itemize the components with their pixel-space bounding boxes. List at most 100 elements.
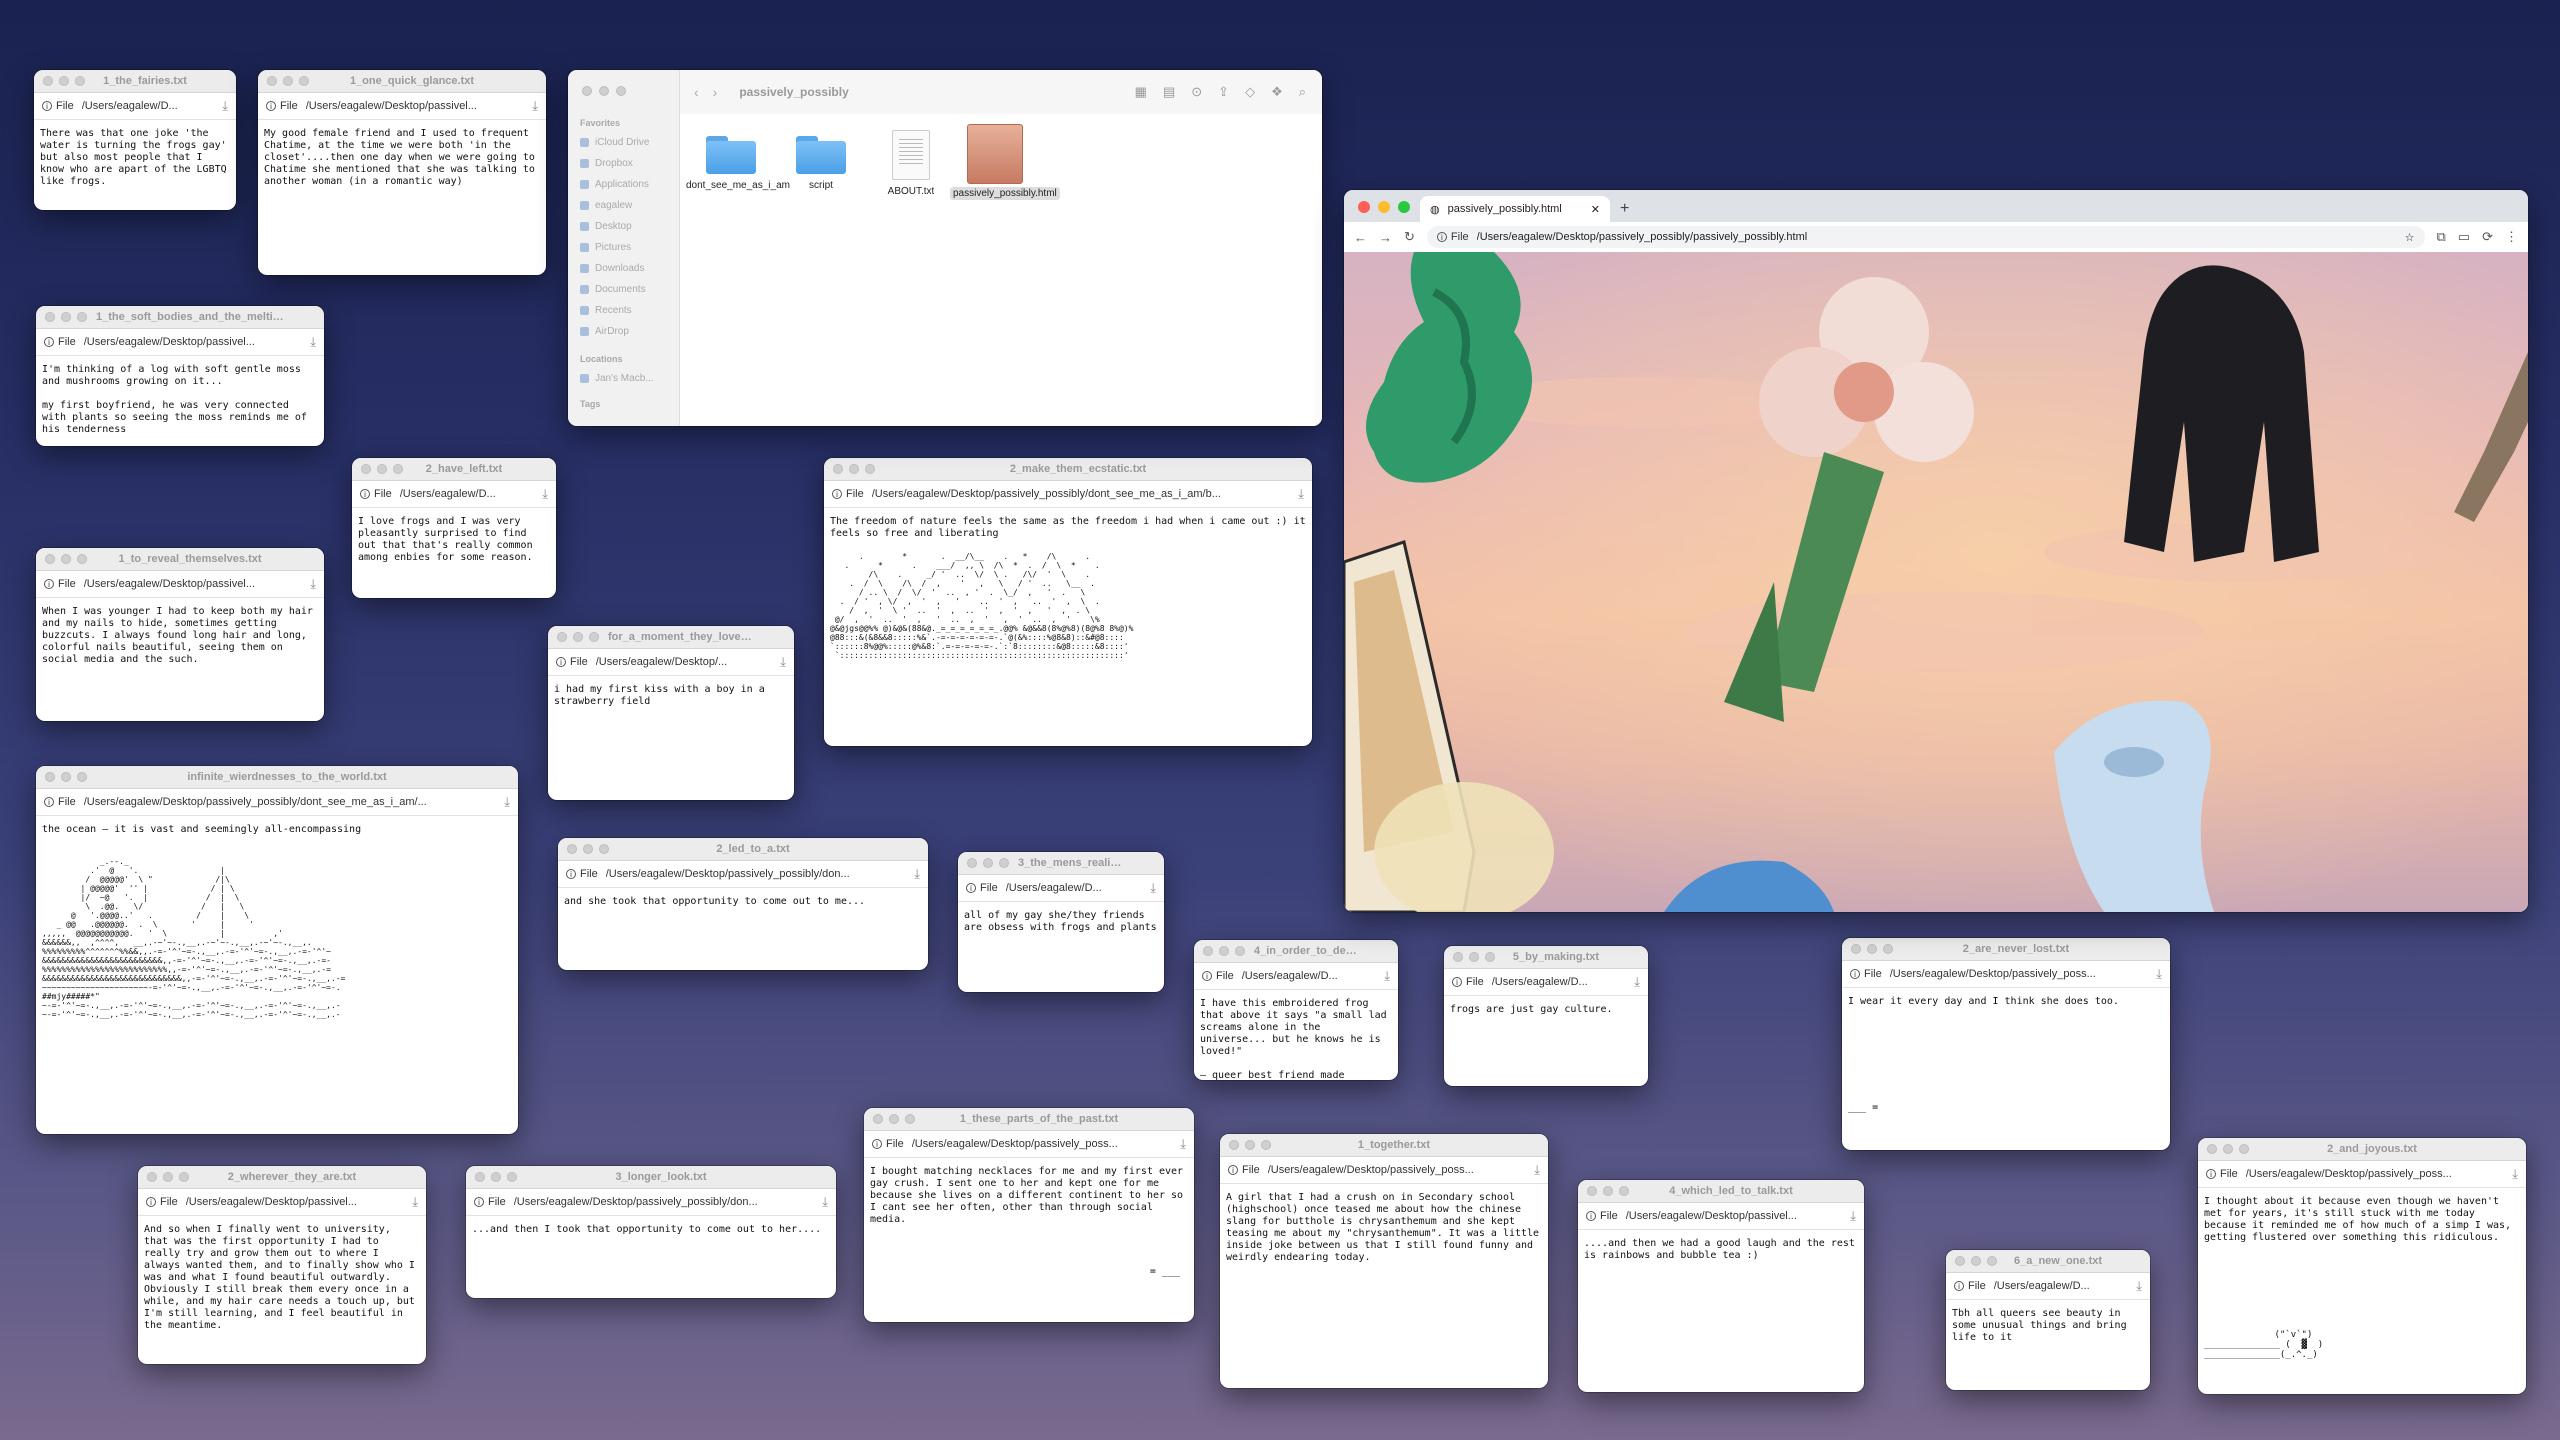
file-chip[interactable]: i File [1586,1210,1618,1222]
text-window[interactable]: 6_a_new_one.txt i File/Users/eagalew/D...… [1946,1250,2150,1390]
download-icon[interactable]: ⤓ [532,98,538,114]
sync-icon[interactable]: ⟳ [2482,229,2493,245]
zoom-button[interactable] [77,554,87,564]
zoom-button[interactable] [507,1172,517,1182]
text-window[interactable]: 2_led_to_a.txt i File/Users/eagalew/Deskt… [558,838,928,970]
group-icon[interactable]: ▤ [1163,84,1175,100]
file-chip[interactable]: i File [1850,968,1882,980]
download-icon[interactable]: ⤓ [412,1194,418,1210]
zoom-button[interactable] [599,844,609,854]
zoom-button[interactable] [1883,944,1893,954]
file-item-selected[interactable]: passively_possibly.html [950,122,1060,200]
window-titlebar[interactable]: 1_these_parts_of_the_past.txt [864,1108,1194,1131]
window-titlebar[interactable]: 1_one_quick_glance.txt [258,70,546,93]
window-titlebar[interactable]: 1_the_soft_bodies_and_the_melting_su... [36,306,324,329]
url-text[interactable]: /Users/eagalew/Desktop/passively_possibl… [1477,231,2397,243]
zoom-button[interactable] [179,1172,189,1182]
file-path[interactable]: /Users/eagalew/Desktop/... [596,656,773,668]
text-window[interactable]: 1_to_reveal_themselves.txt i File/Users/e… [36,548,324,721]
bookmark-star-icon[interactable]: ☆ [2405,231,2415,244]
file-path[interactable]: /Users/eagalew/D... [1006,882,1143,894]
minimize-button[interactable] [599,86,609,96]
sidebar-item[interactable]: Dropbox [568,153,679,174]
back-icon[interactable]: ‹ [694,84,699,100]
zoom-button[interactable] [865,464,875,474]
file-path[interactable]: /Users/eagalew/Desktop/passively_poss... [2246,1168,2505,1180]
text-window[interactable]: 2_have_left.txt i File/Users/eagalew/D...… [352,458,556,598]
file-chip[interactable]: i File [2206,1168,2238,1180]
minimize-button[interactable] [377,464,387,474]
text-window[interactable]: 2_wherever_they_are.txt i File/Users/eaga… [138,1166,426,1364]
file-path[interactable]: /Users/eagalew/Desktop/passively_poss... [912,1138,1173,1150]
zoom-button[interactable] [1619,1186,1629,1196]
close-button[interactable] [45,312,55,322]
file-chip[interactable]: i File [566,868,598,880]
file-path[interactable]: /Users/eagalew/Desktop/passively_poss... [1268,1164,1527,1176]
text-window[interactable]: 5_by_making.txt i File/Users/eagalew/D...… [1444,946,1648,1086]
minimize-button[interactable] [163,1172,173,1182]
download-icon[interactable]: ⤓ [1384,968,1390,984]
minimize-button[interactable] [1971,1256,1981,1266]
download-icon[interactable]: ⤓ [780,654,786,670]
zoom-button[interactable] [589,632,599,642]
file-path[interactable]: /Users/eagalew/D... [1492,976,1627,988]
text-window[interactable]: infinite_wierdnesses_to_the_world.txt iF… [36,766,518,1134]
window-titlebar[interactable]: 3_the_mens_reality.txt [958,852,1164,875]
text-window[interactable]: 3_longer_look.txt i File/Users/eagalew/De… [466,1166,836,1298]
minimize-button[interactable] [491,1172,501,1182]
text-window[interactable]: 4_in_order_to_destroy_it... i File/Users/… [1194,940,1398,1080]
file-chip[interactable]: i File [44,578,76,590]
file-chip[interactable]: i File [42,100,74,112]
zoom-button[interactable] [2239,1144,2249,1154]
window-titlebar[interactable]: infinite_wierdnesses_to_the_world.txt [36,766,518,789]
zoom-button[interactable] [77,312,87,322]
sidebar-item[interactable]: eagalew [568,195,679,216]
close-button[interactable] [1358,201,1370,213]
zoom-button[interactable] [1485,952,1495,962]
download-icon[interactable]: ⤓ [822,1194,828,1210]
zoom-button[interactable] [999,858,1009,868]
text-window[interactable]: 3_the_mens_reality.txt i File/Users/eagal… [958,852,1164,992]
file-path[interactable]: /Users/eagalew/Desktop/passively_possibl… [84,796,497,808]
text-window[interactable]: 2_are_never_lost.txt i File/Users/eagalew… [1842,938,2170,1150]
file-chip[interactable]: i File [44,336,76,348]
window-titlebar[interactable]: 6_a_new_one.txt [1946,1250,2150,1273]
text-window[interactable]: for_a_moment_they_love_each_... i File/Us… [548,626,794,800]
cast-icon[interactable]: ▭ [2458,229,2470,245]
close-button[interactable] [361,464,371,474]
window-titlebar[interactable]: 2_wherever_they_are.txt [138,1166,426,1189]
file-path[interactable]: /Users/eagalew/Desktop/passivel... [1626,1210,1843,1222]
download-icon[interactable]: ⤓ [504,794,510,810]
window-titlebar[interactable]: 2_are_never_lost.txt [1842,938,2170,961]
window-titlebar[interactable]: for_a_moment_they_love_each_... [548,626,794,649]
file-path[interactable]: /Users/eagalew/Desktop/passivel... [84,578,303,590]
extensions-icon[interactable]: ⧉ [2437,229,2446,245]
download-icon[interactable]: ⤓ [542,486,548,502]
tag-icon[interactable]: ◇ [1245,84,1255,100]
zoom-button[interactable] [1398,201,1410,213]
zoom-button[interactable] [905,1114,915,1124]
download-icon[interactable]: ⤓ [1150,880,1156,896]
browser-tab[interactable]: ◍ passively_possibly.html ✕ [1420,196,1610,222]
zoom-button[interactable] [1261,1140,1271,1150]
browser-window[interactable]: ◍ passively_possibly.html ✕ + ← → ↻ i Fil… [1344,190,2528,912]
file-path[interactable]: /Users/eagalew/Desktop/passively_possibl… [606,868,907,880]
file-chip[interactable]: i File [1436,231,1469,243]
minimize-button[interactable] [889,1114,899,1124]
minimize-button[interactable] [61,772,71,782]
minimize-button[interactable] [849,464,859,474]
minimize-button[interactable] [2223,1144,2233,1154]
window-titlebar[interactable]: 4_in_order_to_destroy_it... [1194,940,1398,963]
sidebar-item[interactable]: Downloads [568,258,679,279]
close-button[interactable] [475,1172,485,1182]
close-button[interactable] [582,86,592,96]
close-button[interactable] [833,464,843,474]
window-titlebar[interactable]: 4_which_led_to_talk.txt [1578,1180,1864,1203]
minimize-button[interactable] [1219,946,1229,956]
file-chip[interactable]: i File [1202,970,1234,982]
minimize-button[interactable] [1867,944,1877,954]
file-path[interactable]: /Users/eagalew/D... [1242,970,1377,982]
sidebar-item[interactable]: Jan's Macb... [568,368,679,389]
close-button[interactable] [567,844,577,854]
finder-window[interactable]: Favorites iCloud Drive Dropbox Applicati… [568,70,1322,426]
